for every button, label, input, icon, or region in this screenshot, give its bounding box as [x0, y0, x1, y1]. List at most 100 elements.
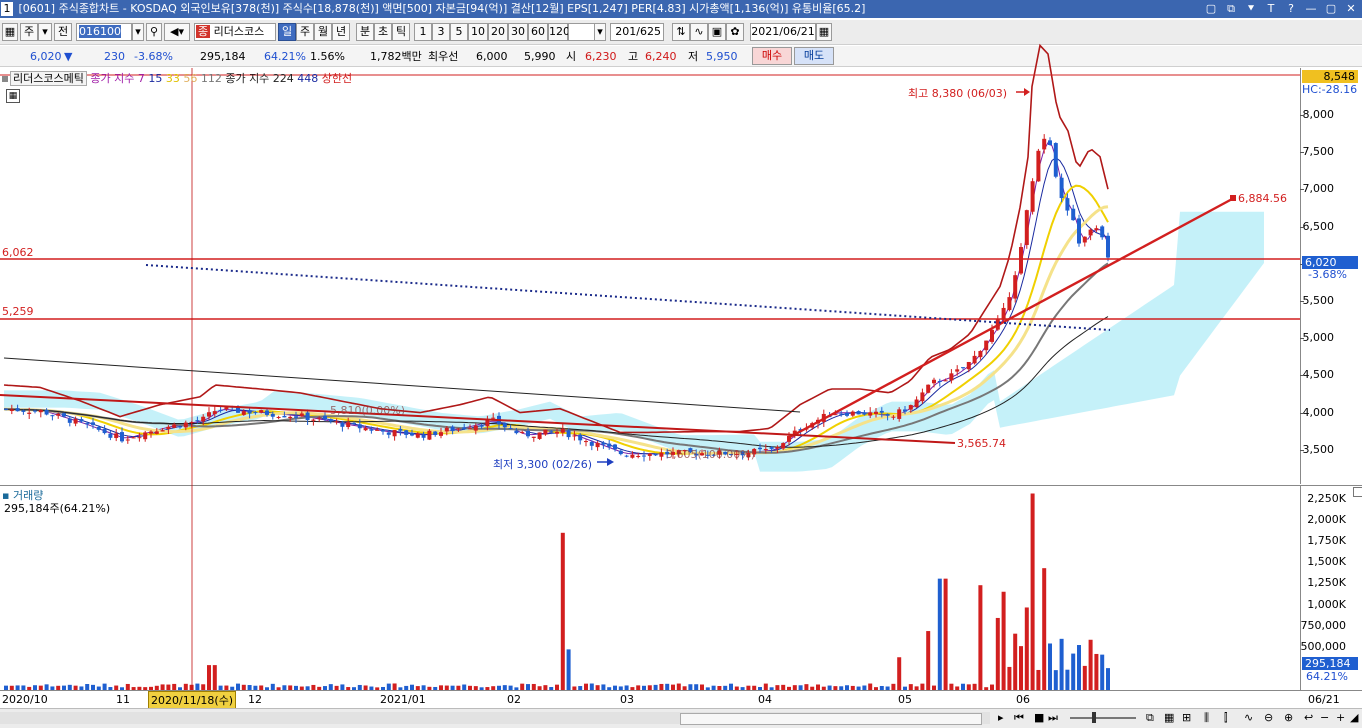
interval-120[interactable]: 120 [548, 23, 570, 41]
horizontal-scrollbar[interactable] [0, 712, 990, 725]
expand-icon[interactable]: ◢ [1350, 711, 1358, 724]
legend-stock-name[interactable]: 리더스코스메틱 [10, 71, 87, 86]
price-tick-mark [1300, 226, 1304, 228]
volume-tick: 2,000K [1307, 513, 1346, 527]
minimize-button[interactable]: — [1304, 0, 1318, 18]
legend-ma-short[interactable]: 종가 지수 7 [90, 72, 144, 85]
candle-icon[interactable]: ⫿ [1224, 711, 1228, 725]
buy-button[interactable]: 매수 [752, 47, 792, 65]
period-day[interactable]: 일 [278, 23, 296, 41]
line-icon[interactable]: ∿ [1244, 711, 1253, 724]
high-price: 6,240 [645, 50, 677, 63]
support-value-label: 3,565.74 [957, 437, 1006, 450]
volume-pane[interactable] [0, 485, 1300, 691]
volume-axis-toggle[interactable] [1353, 487, 1362, 497]
prev-button[interactable]: 전 [54, 23, 72, 41]
calendar-icon[interactable]: ▦ [816, 23, 832, 41]
price-tick: 4,500 [1302, 368, 1335, 382]
x-label-12: 12 [248, 693, 262, 706]
period-minute[interactable]: 분 [356, 23, 374, 41]
back-icon[interactable]: ↩ [1304, 711, 1313, 724]
period-week[interactable]: 주 [296, 23, 314, 41]
stock-code-input[interactable]: 016100 [76, 23, 132, 41]
interval-60[interactable]: 60 [528, 23, 548, 41]
zoom-out-icon[interactable]: ⊖ [1264, 711, 1273, 724]
price-tick-mark [1300, 152, 1304, 154]
price-tick: 4,000 [1302, 405, 1335, 419]
price-tick: 7,500 [1302, 145, 1335, 159]
layout-icon[interactable]: ⧉ [1146, 711, 1154, 725]
sell-button[interactable]: 매도 [794, 47, 834, 65]
forward-icon[interactable]: ⏭ [1048, 711, 1058, 725]
search-icon[interactable]: ⚲ [146, 23, 162, 41]
interval-5[interactable]: 5 [450, 23, 468, 41]
zoom-slider-handle[interactable] [1092, 712, 1096, 723]
period-tick[interactable]: 틱 [392, 23, 410, 41]
legend-ma-56[interactable]: 56 [183, 72, 197, 85]
hline-6062-label: 6,062 [2, 246, 34, 259]
interval-10[interactable]: 10 [468, 23, 488, 41]
stop-icon[interactable]: ■ [1034, 711, 1044, 724]
chart-type-icon[interactable]: ▦ [2, 23, 18, 41]
price-pane[interactable] [0, 68, 1300, 484]
plus-icon[interactable]: + [1336, 711, 1345, 724]
fib-label-bottom: 3,605(100.00%) [666, 448, 756, 461]
price-tick: 7,000 [1302, 182, 1335, 196]
interval-30[interactable]: 30 [508, 23, 528, 41]
stock-name[interactable]: 종 리더스코스 [194, 23, 276, 41]
rewind-icon[interactable]: ⏮ [1014, 711, 1024, 725]
current-pct-label: -3.68% [1308, 268, 1347, 281]
low-label: 저 [688, 50, 699, 63]
help-icon[interactable]: ? [1284, 0, 1298, 18]
pin-icon[interactable]: ⯆ [1244, 0, 1258, 18]
maximize-button[interactable]: ▢ [1324, 0, 1338, 18]
sound-icon[interactable]: ◀▾ [164, 23, 190, 41]
bars-icon[interactable]: ⫼ [1204, 711, 1209, 725]
price-tick-mark [1300, 338, 1304, 340]
font-icon[interactable]: T [1264, 0, 1278, 18]
zoom-in-icon[interactable]: ⊕ [1284, 711, 1293, 724]
close-button[interactable]: ✕ [1344, 0, 1358, 18]
crosshair-icon[interactable]: ⊞ [1182, 711, 1191, 724]
price-tick: 8,000 [1302, 108, 1335, 121]
bar-count[interactable]: 201/625 [610, 23, 664, 41]
legend-ma-long[interactable]: 종가 지수 224 [225, 72, 293, 85]
volume-ratio: 64.21% [264, 50, 306, 63]
interval-3[interactable]: 3 [432, 23, 450, 41]
table-icon[interactable]: ▦ [6, 89, 20, 103]
period-year[interactable]: 년 [332, 23, 350, 41]
period-second[interactable]: 초 [374, 23, 392, 41]
grid-icon[interactable]: ▦ [1164, 711, 1174, 724]
volume-value: 295,184 [200, 50, 246, 63]
x-label-2020-10: 2020/10 [2, 693, 48, 706]
legend-ma-112[interactable]: 112 [201, 72, 222, 85]
price-tick-mark [1300, 449, 1304, 451]
market-select[interactable]: 주 [20, 23, 38, 41]
period-month[interactable]: 월 [314, 23, 332, 41]
legend-ma-448[interactable]: 448 [297, 72, 318, 85]
link-icon[interactable]: ▢ [1204, 0, 1218, 18]
price-tick: 5,500 [1302, 294, 1335, 307]
interval-20[interactable]: 20 [488, 23, 508, 41]
chart-legend: 리더스코스메틱 종가 지수 7 15 33 56 112 종가 지수 224 4… [2, 70, 352, 86]
market-dropdown-icon[interactable]: ▾ [38, 23, 52, 41]
scroll-right-icon[interactable]: ▸ [998, 711, 1004, 724]
custom-interval-dropdown-icon[interactable]: ▾ [594, 23, 606, 41]
legend-ma-15[interactable]: 15 [148, 72, 162, 85]
x-label-2021-01: 2021/01 [380, 693, 426, 706]
scroll-thumb[interactable] [680, 713, 982, 725]
gear-icon[interactable]: ✿ [726, 23, 744, 41]
high-annotation: 최고 8,380 (06/03) [908, 87, 1008, 100]
multi-window-icon[interactable]: ⧉ [1224, 0, 1238, 18]
date-input[interactable]: 2021/06/21 [750, 23, 816, 41]
compare-icon[interactable]: ∿ [690, 23, 708, 41]
indicator-icon[interactable]: ⇅ [672, 23, 690, 41]
code-dropdown-icon[interactable]: ▾ [132, 23, 144, 41]
zoom-slider[interactable] [1070, 717, 1136, 719]
minus-icon[interactable]: − [1320, 711, 1329, 724]
save-icon[interactable]: ▣ [708, 23, 726, 41]
legend-ma-33[interactable]: 33 [166, 72, 180, 85]
legend-cloud[interactable]: 상한선 [322, 72, 352, 85]
volume-tick: 1,750K [1307, 534, 1346, 548]
interval-1[interactable]: 1 [414, 23, 432, 41]
